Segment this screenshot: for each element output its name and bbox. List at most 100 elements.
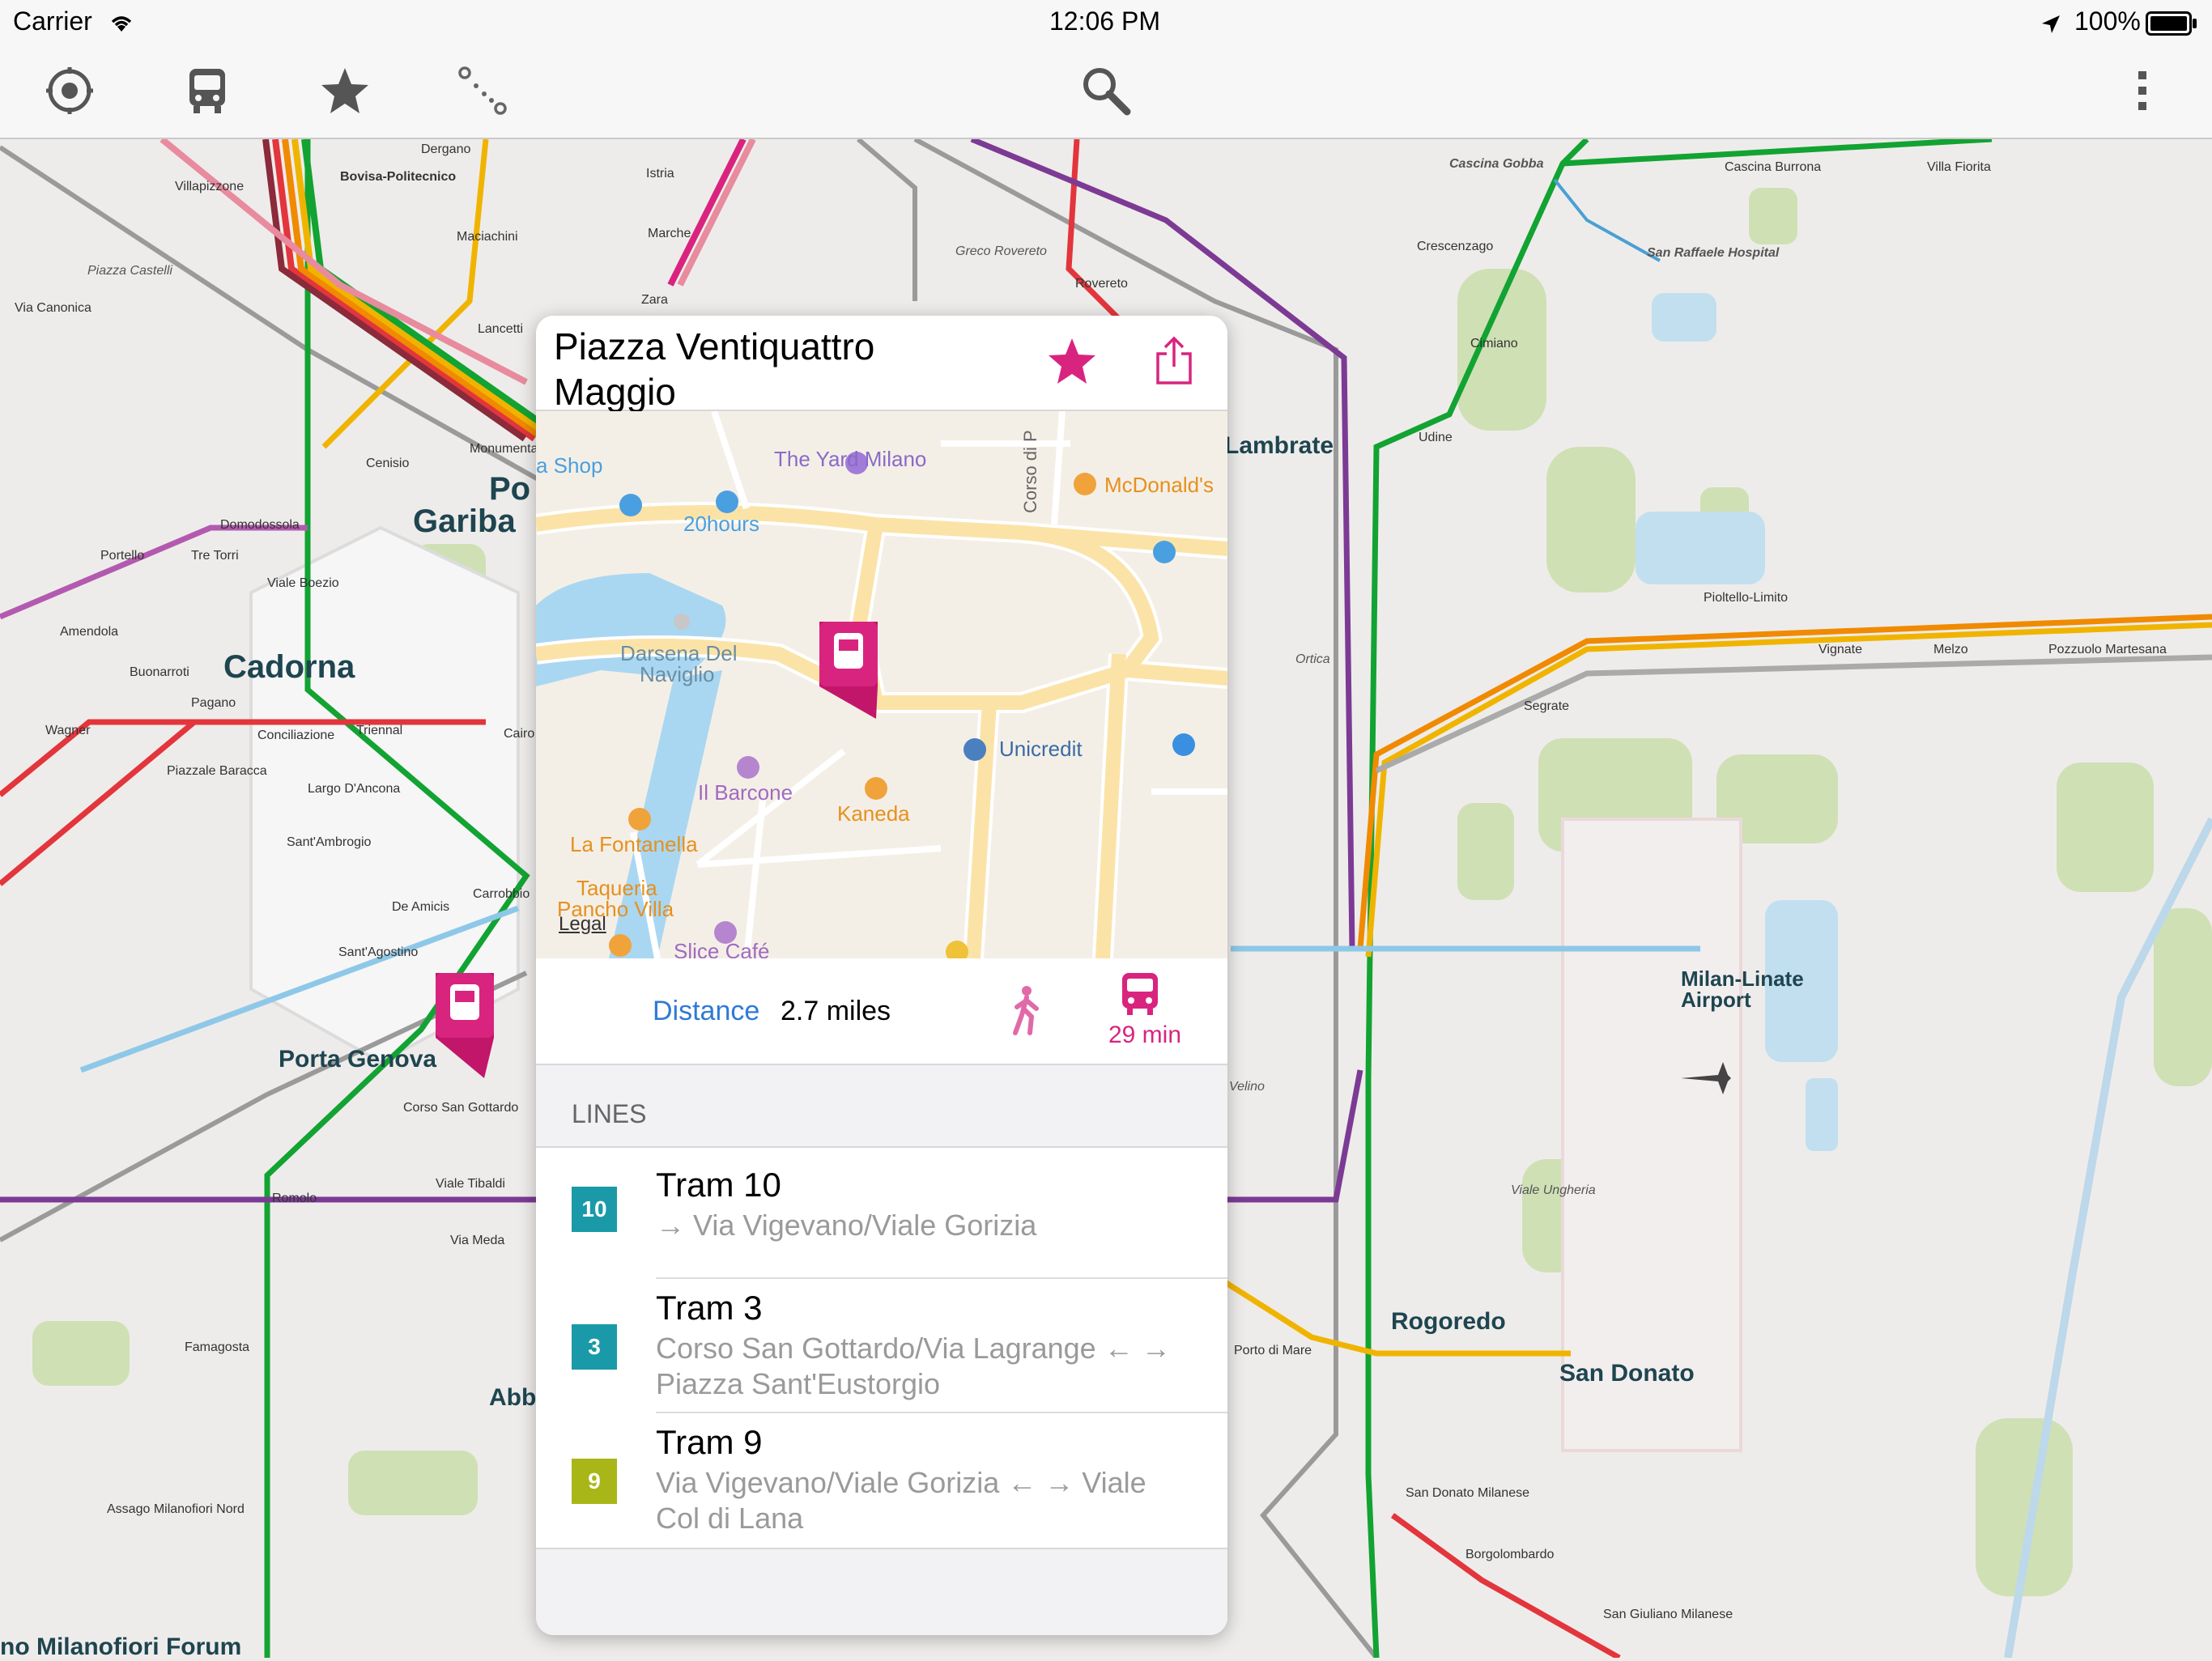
map-label[interactable]: Piazzale Baracca	[167, 764, 267, 779]
map-label[interactable]: Udine	[1419, 431, 1453, 445]
poi-label[interactable]: The Yard Milano	[774, 447, 926, 472]
map-label[interactable]: Cenisio	[366, 457, 409, 471]
map-label[interactable]: Zara	[641, 293, 668, 308]
poi-label[interactable]: a Shop	[536, 453, 602, 478]
poi-label[interactable]: Naviglio	[640, 662, 715, 687]
transit-time-button[interactable]: 29 min	[1096, 971, 1193, 1052]
distance-label: Distance	[653, 996, 760, 1026]
map-label[interactable]: Pozzuolo Martesana	[2048, 643, 2167, 657]
map-label[interactable]: Melzo	[1933, 643, 1968, 657]
map-label[interactable]: Cascina Gobba	[1449, 157, 1543, 172]
map-label[interactable]: Sant'Ambrogio	[287, 835, 371, 850]
map-label[interactable]: Ortica	[1295, 652, 1330, 667]
map-label[interactable]: Porta Genova	[279, 1046, 436, 1073]
map-label[interactable]: Portello	[100, 549, 144, 563]
legal-link[interactable]: Legal	[559, 913, 606, 936]
map-label[interactable]: Buonarroti	[130, 665, 189, 680]
map-label[interactable]: Pioltello-Limito	[1704, 591, 1788, 605]
search-icon	[1080, 65, 1132, 121]
map-label[interactable]: Via Meda	[450, 1234, 504, 1248]
map-label[interactable]: Cascina Burrona	[1725, 160, 1821, 175]
map-label[interactable]: Rogoredo	[1391, 1308, 1506, 1336]
map-label[interactable]: Porto di Mare	[1234, 1344, 1312, 1358]
map-label[interactable]: Crescenzago	[1417, 240, 1493, 254]
locate-button[interactable]	[32, 58, 107, 126]
street-label: Corso di P	[1020, 430, 1040, 513]
favorites-button[interactable]	[308, 58, 382, 126]
locate-icon	[45, 66, 94, 119]
map-label[interactable]: Sant'Agostino	[338, 945, 418, 960]
lines-section-header: LINES	[536, 1065, 1227, 1148]
map-label[interactable]: San Donato	[1559, 1360, 1695, 1387]
search-button[interactable]	[1069, 58, 1143, 126]
map-label[interactable]: Bovisa-Politecnico	[340, 170, 456, 185]
poi-label[interactable]: La Fontanella	[570, 832, 698, 857]
map-label[interactable]: Greco Rovereto	[955, 244, 1047, 259]
map-label[interactable]: Assago Milanofiori Nord	[107, 1502, 245, 1517]
map-label[interactable]: Airport	[1681, 988, 1751, 1013]
map-label[interactable]: Cimiano	[1470, 337, 1518, 351]
map-label[interactable]: Rovereto	[1075, 277, 1128, 291]
map-label[interactable]: Velino	[1229, 1080, 1265, 1094]
line-row-tram-9[interactable]: 9 Tram 9 Via Vigevano/Viale Gorizia ← → …	[536, 1413, 1227, 1548]
poi-label[interactable]: Slice Café	[674, 939, 770, 958]
more-menu-button[interactable]	[2105, 58, 2180, 126]
map-label[interactable]: Villa Fiorita	[1927, 160, 1991, 175]
map-label[interactable]: San Donato Milanese	[1406, 1486, 1529, 1501]
map-label[interactable]: Viale Ungheria	[1511, 1183, 1596, 1198]
distance-value: 2.7 miles	[781, 996, 891, 1026]
map-label[interactable]: Istria	[646, 167, 674, 181]
lines-button[interactable]	[170, 58, 245, 126]
station-title: Piazza Ventiquattro Maggio	[554, 325, 875, 413]
map-label[interactable]: Dergano	[421, 142, 470, 157]
map-label[interactable]: Cadorna	[223, 649, 355, 686]
map-label[interactable]: Lambrate	[1224, 432, 1334, 460]
map-label[interactable]: Villapizzone	[175, 180, 244, 194]
map-label[interactable]: Corso San Gottardo	[403, 1101, 518, 1115]
map-label[interactable]: Wagner	[45, 724, 90, 738]
map-label[interactable]: Viale Boezio	[267, 576, 339, 591]
walk-button[interactable]	[1006, 984, 1054, 1041]
line-row-tram-10[interactable]: 10 Tram 10 → Via Vigevano/Viale Gorizia	[536, 1148, 1227, 1279]
map-label[interactable]: Amendola	[60, 625, 118, 639]
map-label[interactable]: Domodossola	[220, 518, 300, 533]
poi-label[interactable]: 20hours	[683, 512, 759, 537]
map-label[interactable]: Abb	[489, 1384, 536, 1412]
map-label[interactable]: Triennal	[356, 724, 402, 738]
map-label[interactable]: Largo D'Ancona	[308, 782, 400, 797]
map-label[interactable]: Tre Torri	[191, 549, 239, 563]
map-label[interactable]: Gariba	[413, 503, 516, 540]
map-label[interactable]: Segrate	[1524, 699, 1569, 714]
map-label[interactable]: Lancetti	[478, 322, 523, 337]
toolbar	[0, 47, 2212, 139]
map-label[interactable]: San Giuliano Milanese	[1603, 1608, 1733, 1622]
map-label[interactable]: no Milanofiori Forum	[0, 1633, 241, 1661]
map-label[interactable]: Maciachini	[457, 230, 518, 244]
map-label[interactable]: Piazza Castelli	[87, 264, 172, 278]
station-mini-map[interactable]: a Shop 20hours The Yard Milano McDonald'…	[536, 411, 1227, 958]
share-button[interactable]	[1145, 330, 1203, 395]
favorite-button[interactable]	[1043, 333, 1101, 392]
map-label[interactable]: Pagano	[191, 696, 236, 711]
poi-label[interactable]: Kaneda	[837, 801, 910, 826]
time-label: 12:06 PM	[1049, 6, 1160, 36]
map-label[interactable]: San Raffaele Hospital	[1647, 246, 1779, 261]
map-label[interactable]: Romolo	[272, 1192, 317, 1206]
line-row-tram-3[interactable]: 3 Tram 3 Corso San Gottardo/Via Lagrange…	[536, 1279, 1227, 1413]
map-label[interactable]: Viale Tibaldi	[436, 1177, 505, 1192]
map-label[interactable]: Borgolombardo	[1465, 1548, 1554, 1562]
location-arrow-icon	[2040, 11, 2061, 41]
map-label[interactable]: Marche	[648, 227, 691, 241]
poi-label[interactable]: Il Barcone	[698, 780, 793, 805]
map-label[interactable]: De Amicis	[392, 900, 449, 915]
map-label[interactable]: Via Canonica	[15, 301, 91, 316]
map-label[interactable]: Conciliazione	[257, 729, 334, 743]
route-button[interactable]	[445, 58, 520, 126]
map-label[interactable]: Cairo	[504, 727, 534, 741]
poi-label[interactable]: Unicredit	[999, 737, 1083, 762]
poi-label[interactable]: McDonald's	[1104, 473, 1214, 498]
map-label[interactable]: Po	[489, 471, 530, 508]
map-label[interactable]: Famagosta	[185, 1340, 249, 1355]
map-label[interactable]: Carrobbio	[473, 887, 530, 902]
map-label[interactable]: Vignate	[1819, 643, 1862, 657]
